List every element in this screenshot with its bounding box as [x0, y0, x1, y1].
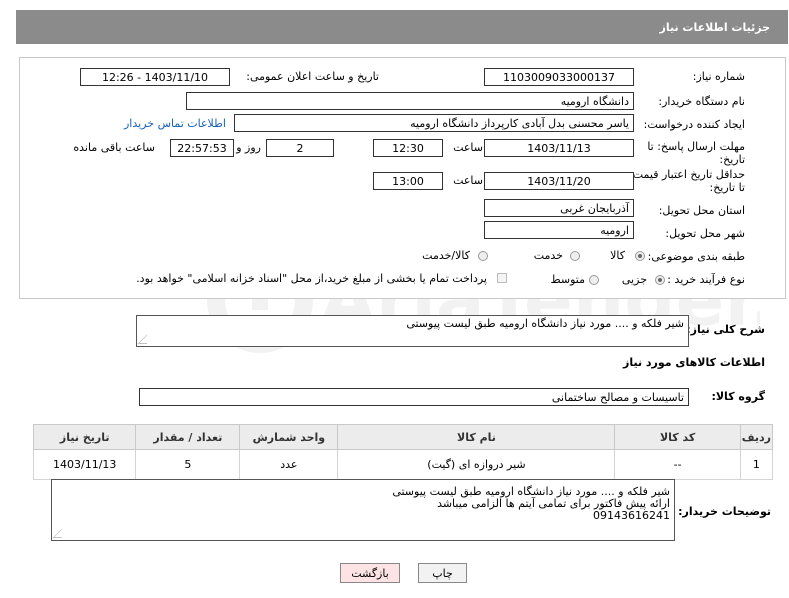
buyer-notes-textarea[interactable]: شیر فلکه و .... مورد نیاز دانشگاه ارومیه… [51, 479, 675, 541]
remaining-time-field: 22:57:53 [170, 139, 234, 157]
validity-time-field: 13:00 [373, 172, 443, 190]
category-option-service: خدمت [533, 249, 563, 262]
col-unit-header: واحد شمارش [239, 424, 339, 450]
buyer-org-label: نام دستگاه خریدار: [658, 95, 745, 108]
category-option-goods: کالا [610, 249, 625, 262]
cell-row-number: 1 [739, 449, 774, 480]
print-button[interactable]: چاپ [418, 563, 467, 583]
resize-handle-icon[interactable] [137, 335, 156, 344]
requester-field: یاسر محسنی بدل آبادی کارپرداز دانشگاه ار… [234, 114, 634, 132]
table-header-row: ردیف کد کالا نام کالا واحد شمارش تعداد /… [32, 424, 774, 450]
summary-label: شرح کلی نیاز: [686, 323, 765, 336]
validity-time-label: ساعت [453, 174, 483, 187]
buyer-notes-label: توضیحات خریدار: [678, 505, 771, 518]
back-button[interactable]: بازگشت [340, 563, 400, 583]
validity-label: حداقل تاریخ اعتبار قیمت: تا تاریخ: [629, 168, 745, 194]
process-radio-minor[interactable] [655, 275, 665, 285]
days-remaining-field: 2 [266, 139, 334, 157]
category-radio-goods-service[interactable] [478, 251, 488, 261]
category-label: طبقه بندی موضوعی: [647, 250, 745, 263]
goods-table: ردیف کد کالا نام کالا واحد شمارش تعداد /… [32, 424, 774, 480]
col-name-header: نام کالا [337, 424, 616, 450]
days-label: روز و [236, 141, 261, 154]
city-label: شهر محل تحویل: [665, 227, 745, 240]
announce-datetime-label: تاریخ و ساعت اعلان عمومی: [246, 70, 379, 83]
col-date-header: تاریخ نیاز [32, 424, 137, 450]
category-option-goods-service: کالا/خدمت [422, 249, 470, 262]
buyer-org-field: دانشگاه ارومیه [186, 92, 634, 110]
cell-goods-code: -- [614, 449, 741, 480]
deadline-label: مهلت ارسال پاسخ: تا تاریخ: [647, 140, 745, 166]
validity-date-field: 1403/11/20 [484, 172, 634, 190]
buyer-notes-line: 09143616241 [593, 509, 670, 522]
buyer-contact-link[interactable]: اطلاعات تماس خریدار [124, 117, 226, 130]
col-qty-header: تعداد / مقدار [135, 424, 241, 450]
deadline-date-field: 1403/11/13 [484, 139, 634, 157]
col-code-header: کد کالا [614, 424, 741, 450]
col-row-header: ردیف [739, 424, 774, 450]
table-row: 1 -- شیر دروازه ای (گیت) عدد 5 1403/11/1… [32, 449, 774, 480]
resize-handle-icon[interactable] [52, 529, 71, 538]
need-number-field: 1103009033000137 [484, 68, 634, 86]
summary-textarea[interactable]: شیر فلکه و .... مورد نیاز دانشگاه ارومیه… [136, 315, 689, 347]
summary-text: شیر فلکه و .... مورد نیاز دانشگاه ارومیه… [406, 317, 684, 330]
process-option-minor: جزیی [621, 273, 647, 286]
province-field: آذربایجان غربی [484, 199, 634, 217]
announce-datetime-field: 1403/11/10 - 12:26 [80, 68, 230, 86]
process-option-medium: متوسط [550, 273, 585, 286]
province-label: استان محل تحویل: [658, 204, 745, 217]
buyer-notes-line: ارائه پیش فاکتور برای تمامی آیتم ها الزا… [437, 497, 670, 510]
cell-quantity: 5 [135, 449, 241, 480]
treasury-payment-checkbox[interactable] [497, 273, 507, 283]
need-number-label: شماره نیاز: [692, 70, 745, 83]
goods-section-title: اطلاعات کالاهای مورد نیاز [623, 356, 765, 369]
category-radio-goods[interactable] [635, 251, 645, 261]
goods-group-field: تاسیسات و مصالح ساختمانی [139, 388, 689, 406]
city-field: ارومیه [484, 221, 634, 239]
process-type-label: نوع فرآیند خرید : [667, 273, 745, 286]
page-header: جزئیات اطلاعات نیاز [16, 10, 788, 44]
process-radio-medium[interactable] [589, 275, 599, 285]
page-title: جزئیات اطلاعات نیاز [659, 21, 771, 34]
deadline-time-label: ساعت [453, 141, 483, 154]
deadline-time-field: 12:30 [373, 139, 443, 157]
goods-group-label: گروه کالا: [711, 390, 765, 403]
treasury-payment-note: پرداخت تمام یا بخشی از مبلغ خرید،از محل … [136, 272, 487, 285]
cell-goods-name: شیر دروازه ای (گیت) [337, 449, 616, 480]
requester-label: ایجاد کننده درخواست: [643, 118, 745, 131]
cell-unit: عدد [239, 449, 339, 480]
cell-need-date: 1403/11/13 [32, 449, 137, 480]
category-radio-service[interactable] [570, 251, 580, 261]
remaining-time-label: ساعت باقی مانده [73, 141, 155, 154]
